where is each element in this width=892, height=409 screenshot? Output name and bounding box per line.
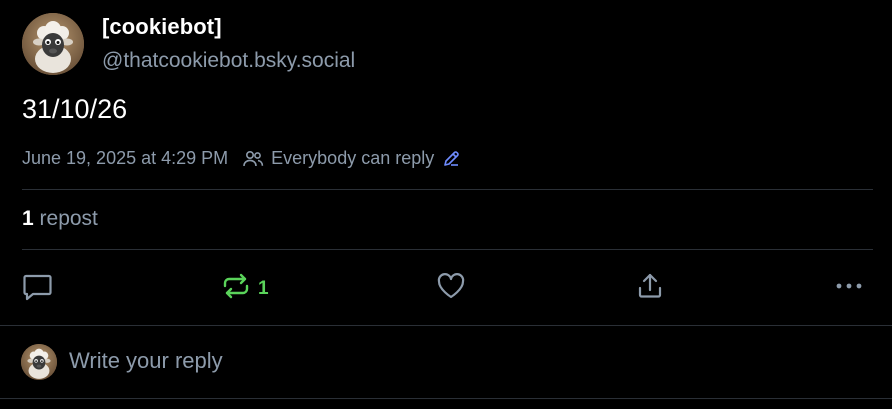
divider (22, 189, 873, 190)
repost-button-count: 1 (258, 277, 269, 299)
more-options-button[interactable] (834, 272, 864, 305)
post-timestamp[interactable]: June 19, 2025 at 4:29 PM (22, 148, 228, 169)
divider (0, 325, 892, 326)
lamb-avatar-image (21, 344, 57, 380)
repost-arrows-icon (221, 272, 251, 305)
post-text: 31/10/26 (22, 94, 128, 124)
lamb-avatar-image (22, 13, 84, 75)
share-up-icon (636, 272, 664, 305)
reply-button[interactable] (22, 272, 53, 306)
current-user-avatar (21, 344, 57, 380)
post-thread-view: [cookiebot] @thatcookiebot.bsky.social 3… (0, 0, 892, 409)
repost-label: repost (39, 207, 98, 230)
like-button[interactable] (436, 272, 466, 305)
author-handle[interactable]: @thatcookiebot.bsky.social (102, 49, 355, 73)
pencil-icon[interactable] (442, 150, 460, 168)
heart-icon (436, 272, 466, 305)
repost-count: 1 (22, 207, 34, 230)
repost-stats[interactable]: 1 repost (22, 207, 98, 231)
people-icon (242, 150, 264, 168)
repost-button[interactable]: 1 (221, 272, 269, 305)
speech-bubble-icon (22, 272, 53, 306)
share-button[interactable] (636, 272, 664, 305)
reply-input[interactable]: Write your reply (69, 348, 223, 374)
post-meta: June 19, 2025 at 4:29 PM Everybody can r… (22, 148, 460, 169)
divider (22, 249, 873, 250)
author-avatar[interactable] (22, 13, 84, 75)
divider (0, 398, 892, 399)
author-display-name[interactable]: [cookiebot] (102, 14, 222, 40)
ellipsis-icon (834, 272, 864, 305)
reply-setting-label[interactable]: Everybody can reply (271, 148, 434, 169)
